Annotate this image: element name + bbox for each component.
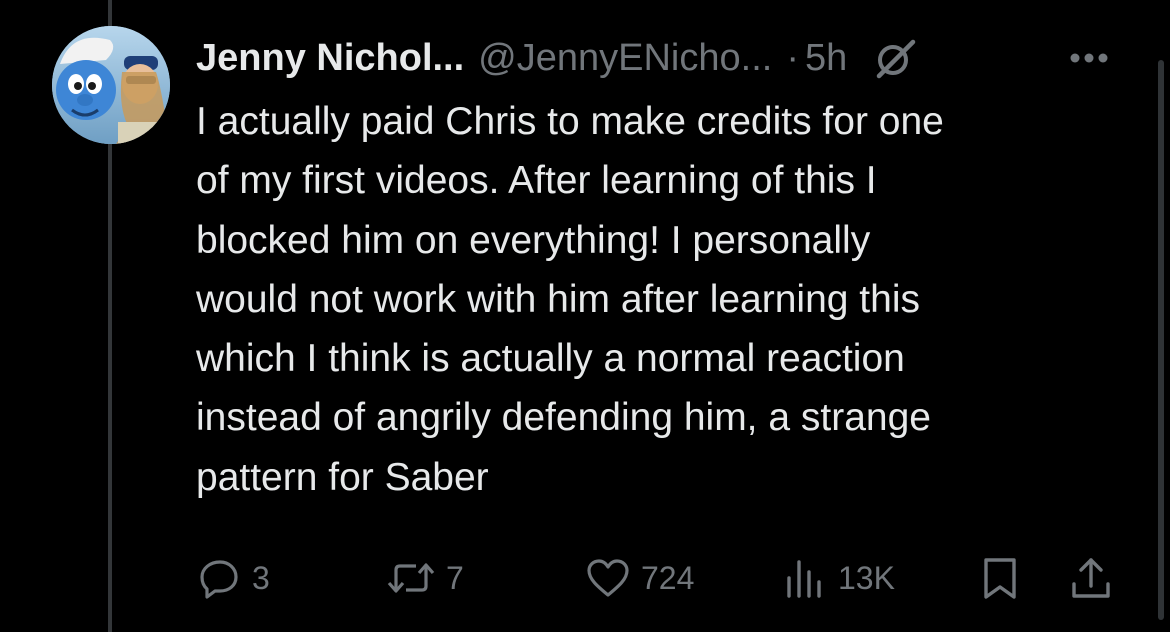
scrollbar[interactable] [1158,60,1164,620]
reply-button[interactable]: 3 [198,548,270,608]
tweet-text-line: of my first videos. After learning of th… [196,159,877,203]
author-name[interactable]: Jenny Nichol... [196,37,464,80]
share-icon [1072,558,1110,598]
timestamp[interactable]: 5h [805,37,847,80]
like-count: 724 [641,559,695,596]
repost-icon [387,563,435,593]
tweet-text-line: instead of angrily defending him, a stra… [196,396,931,440]
separator-dot: · [786,36,799,79]
views-button[interactable]: 13K [782,548,895,608]
repost-button[interactable]: 7 [386,548,464,608]
share-button[interactable] [1068,548,1114,608]
tweet-header: Jenny Nichol... @JennyENicho... · 5h [196,30,917,86]
repost-count: 7 [446,559,464,596]
heart-icon [587,559,629,597]
reply-count: 3 [252,559,270,596]
tweet-text-line: pattern for Saber [196,455,489,499]
bookmark-button[interactable] [978,548,1022,608]
author-handle[interactable]: @JennyENicho... [478,37,772,80]
tweet-text-line: would not work with him after learning t… [196,277,920,321]
grok-icon[interactable] [873,36,917,80]
like-button[interactable]: 724 [585,548,694,608]
tweet-body: I actually paid Chris to make credits fo… [196,92,1096,507]
tweet-text-line: I actually paid Chris to make credits fo… [196,100,944,143]
tweet-text-line: which I think is actually a normal react… [196,337,905,381]
views-chart-icon [787,560,821,598]
tweet-text-line: blocked him on everything! I personally [196,218,871,262]
avatar[interactable] [52,26,170,144]
more-options-icon[interactable] [1064,36,1114,80]
views-count: 13K [838,559,895,596]
reply-icon [200,560,238,599]
avatar-image [52,26,170,144]
bookmark-icon [984,558,1016,599]
tweet-action-bar: 3 7 724 13K [0,548,1170,608]
